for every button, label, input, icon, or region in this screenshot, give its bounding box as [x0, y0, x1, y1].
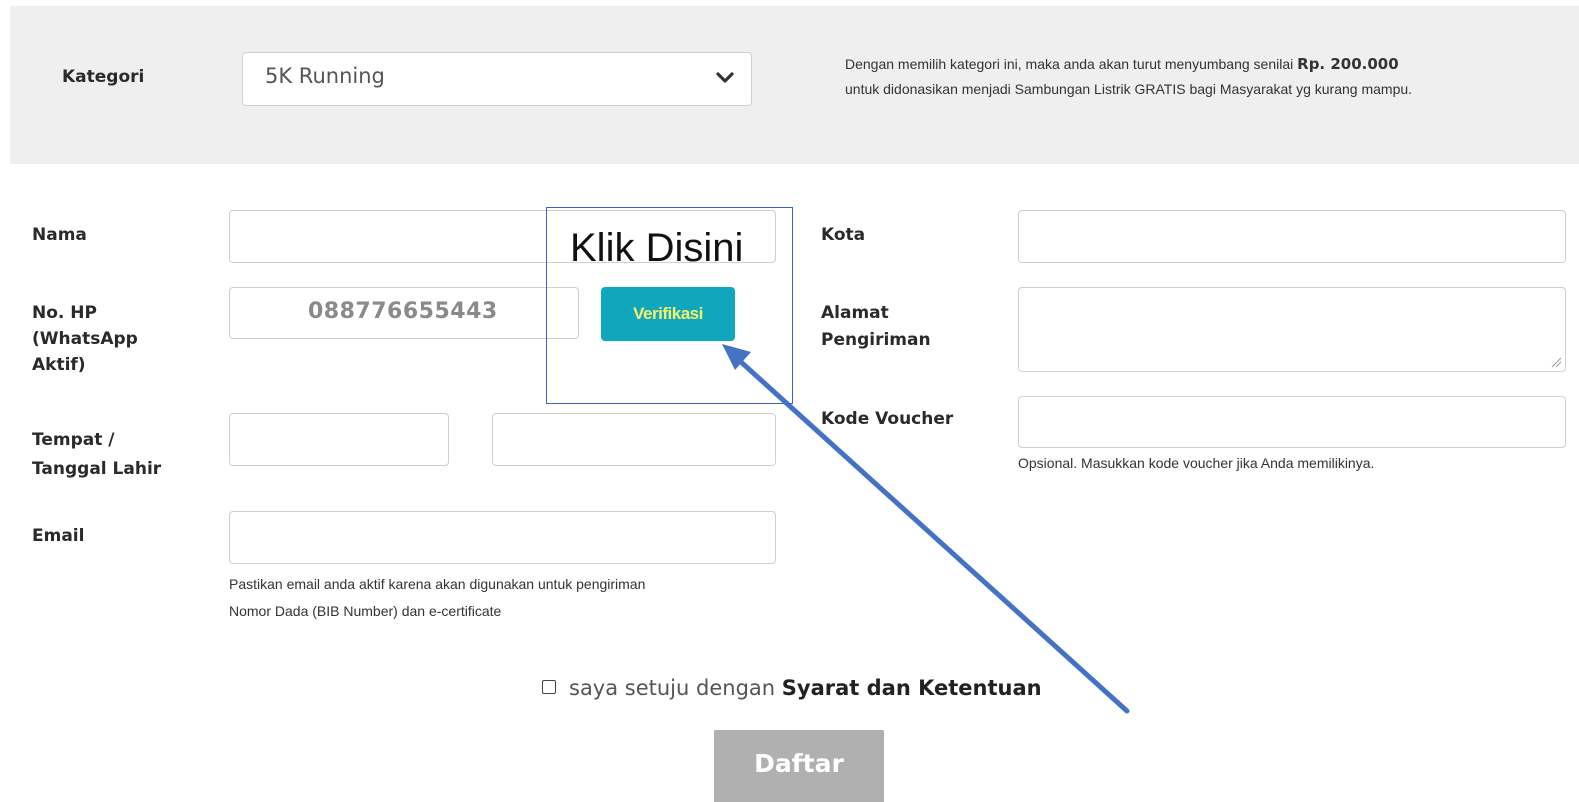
address-textarea[interactable] — [1018, 287, 1566, 372]
annotation-text: Klik Disini — [570, 226, 744, 270]
voucher-label: Kode Voucher — [821, 409, 954, 429]
name-label: Nama — [32, 225, 87, 245]
address-label-line: Alamat — [821, 303, 889, 323]
voucher-help-text: Opsional. Masukkan kode voucher jika And… — [1018, 455, 1375, 471]
email-label: Email — [32, 526, 85, 546]
phone-input[interactable]: 088776655443 — [229, 287, 579, 339]
terms-link[interactable]: Syarat dan Ketentuan — [782, 676, 1042, 700]
birth-label-line: Tempat / — [32, 430, 115, 450]
birth-label-line: Tanggal Lahir — [32, 459, 162, 479]
donation-note-text-2: untuk didonasikan menjadi Sambungan List… — [845, 81, 1413, 97]
address-label-line: Pengiriman — [821, 330, 931, 350]
agreement-checkbox[interactable] — [542, 680, 556, 694]
category-select[interactable]: 5K Running — [242, 52, 752, 106]
donation-note-text: Dengan memilih kategori ini, maka anda a… — [845, 56, 1298, 72]
address-label: Alamat Pengiriman — [821, 300, 931, 354]
category-donation-note: Dengan memilih kategori ini, maka anda a… — [845, 52, 1565, 102]
agreement-text: saya setuju dengan Syarat dan Ketentuan — [569, 673, 1042, 703]
voucher-input[interactable] — [1018, 396, 1566, 448]
category-label: Kategori — [62, 67, 145, 87]
email-help-line: Nomor Dada (BIB Number) dan e-certificat… — [229, 603, 502, 619]
email-input[interactable] — [229, 511, 776, 564]
phone-input-value: 088776655443 — [308, 299, 498, 324]
register-button[interactable]: Daftar — [714, 730, 884, 802]
phone-label-line: (WhatsApp — [32, 329, 138, 349]
birth-date-input[interactable] — [492, 413, 776, 466]
email-help-text: Pastikan email anda aktif karena akan di… — [229, 571, 645, 625]
chevron-down-icon — [716, 72, 734, 83]
phone-label-line: No. HP — [32, 303, 97, 323]
birth-place-input[interactable] — [229, 413, 449, 466]
donation-amount: Rp. 200.000 — [1297, 55, 1399, 73]
agreement-label: saya setuju dengan — [569, 676, 782, 700]
city-label: Kota — [821, 225, 866, 245]
city-input[interactable] — [1018, 210, 1566, 263]
birth-label: Tempat / Tanggal Lahir — [32, 426, 161, 484]
resize-grip-icon[interactable] — [1550, 356, 1562, 368]
phone-label-line: Aktif) — [32, 355, 86, 375]
category-selected-value: 5K Running — [265, 64, 385, 88]
phone-label: No. HP (WhatsApp Aktif) — [32, 300, 138, 378]
email-help-line: Pastikan email anda aktif karena akan di… — [229, 576, 646, 592]
